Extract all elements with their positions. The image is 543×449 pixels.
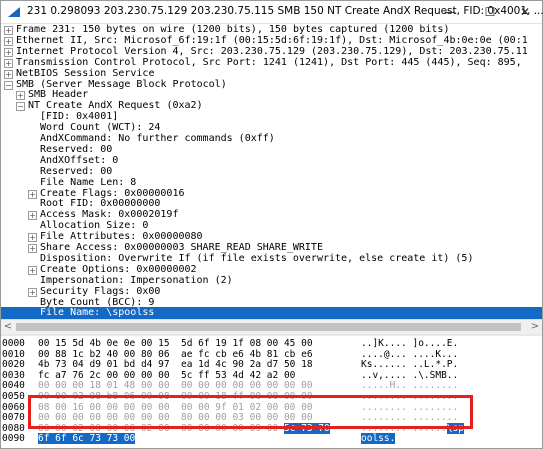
hex-bytes-text: 00 00 02 08 b8 06 00 08 00 00 18 ff 00 0… (38, 391, 313, 402)
expand-icon[interactable]: + (28, 244, 37, 253)
hex-ascii: ....@... ....K... (361, 349, 458, 360)
hex-ascii-text: ..v,.... .\.SMB.. (361, 369, 459, 381)
hex-bytes: 00 88 1c b2 40 00 80 06 ae fc cb e6 4b 8… (38, 349, 313, 360)
hex-ascii: ........ ........ (361, 412, 458, 423)
collapse-icon[interactable]: − (4, 80, 13, 90)
pane-divider[interactable] (1, 334, 542, 336)
maximize-button[interactable]: ☐ (475, 2, 505, 22)
hex-bytes-text: fc a7 76 2c 00 00 00 00 5c ff 53 4d 42 a… (38, 369, 296, 381)
hex-bytes: 00 00 00 00 00 00 00 00 80 00 00 03 00 0… (38, 412, 313, 423)
hex-row[interactable]: 0040 00 00 00 18 01 48 00 00 00 00 00 00 … (1, 380, 542, 391)
expand-icon[interactable]: + (4, 58, 13, 68)
hex-ascii: ........ ........ (361, 402, 458, 413)
hex-ascii-text: Ks...... ..L.*.P. (361, 359, 459, 371)
hex-ascii-text: .....H.. ........ (361, 380, 459, 392)
packet-bytes-pane[interactable]: 0000 00 15 5d 4b 0e 0e 00 15 5d 6f 19 1f … (1, 337, 542, 448)
title-bar[interactable]: 231 0.298093 203.230.75.129 203.230.75.1… (1, 1, 543, 24)
hex-bytes-text: 00 00 00 18 01 48 00 00 00 00 00 00 00 0… (38, 380, 313, 392)
hex-ascii: ........ ........ (361, 391, 458, 402)
scroll-right-icon[interactable]: > (528, 320, 542, 334)
collapse-icon[interactable]: − (16, 102, 25, 112)
expand-icon[interactable]: + (4, 69, 13, 79)
hex-row[interactable]: 0090 6f 6f 6c 73 73 00 oolss. (1, 433, 542, 445)
hex-offset: 0000 (2, 338, 25, 349)
hex-bytes-highlight: 5c 73 70 (283, 422, 330, 434)
hex-row[interactable]: 0010 00 88 1c b2 40 00 80 06 ae fc cb e6 … (1, 349, 542, 360)
hex-ascii-text: ........ ...... (361, 422, 447, 434)
hex-bytes-text: 4b 73 04 d9 01 bd d4 97 ea 1d 4c 90 2a d… (38, 359, 313, 371)
hex-bytes: 08 00 16 00 00 00 00 00 00 00 9f 01 02 0… (38, 402, 313, 413)
horizontal-scrollbar[interactable]: < > (1, 319, 542, 334)
expand-icon[interactable]: + (28, 211, 37, 221)
tree-row-label: File Name: \spoolss (40, 307, 155, 319)
hex-bytes-text: 00 88 1c b2 40 00 80 06 ae fc cb e6 4b 8… (38, 348, 313, 360)
expand-icon[interactable]: + (28, 189, 37, 199)
hex-ascii-highlight: oolss. (361, 433, 396, 445)
hex-bytes-highlight: 6f 6f 6c 73 73 00 (38, 433, 136, 445)
hex-ascii: ........ ......\sp (361, 422, 464, 434)
scrollbar-thumb[interactable] (16, 323, 521, 331)
expand-icon[interactable]: + (4, 47, 13, 57)
expand-icon[interactable]: + (28, 265, 37, 275)
hex-ascii-text: ........ ........ (361, 391, 459, 402)
packet-details-tree[interactable]: + Frame 231: 150 bytes on wire (1200 bits… (1, 24, 542, 319)
hex-row[interactable]: 0070 00 00 00 00 00 00 00 00 80 00 00 03 … (1, 412, 542, 423)
wireshark-fin-icon (8, 7, 20, 17)
hex-bytes: 00 15 5d 4b 0e 0e 00 15 5d 6f 19 1f 08 0… (38, 338, 313, 349)
hex-ascii-text: ........ ........ (361, 412, 459, 424)
hex-bytes: 00 00 00 18 01 48 00 00 00 00 00 00 00 0… (38, 380, 313, 391)
wireshark-packet-window: 231 0.298093 203.230.75.129 203.230.75.1… (0, 0, 543, 449)
hex-ascii-text: ..]K.... ]o....E. (361, 338, 459, 349)
hex-bytes: 00 00 02 00 00 00 02 00 00 00 00 00 09 0… (38, 422, 330, 434)
expand-icon[interactable]: + (4, 36, 13, 46)
hex-row[interactable]: 0080 00 00 02 00 00 00 02 00 00 00 00 00 … (1, 422, 542, 434)
close-button[interactable]: ✕ (510, 2, 540, 22)
hex-offset: 0090 (2, 433, 25, 445)
hex-row[interactable]: 0060 08 00 16 00 00 00 00 00 00 00 9f 01 … (1, 402, 542, 413)
hex-ascii-text: ........ ........ (361, 401, 459, 413)
expand-icon[interactable]: + (28, 287, 37, 297)
hex-ascii-highlight: \sp (446, 422, 464, 434)
hex-ascii: ..]K.... ]o....E. (361, 338, 458, 349)
hex-offset: 0010 (2, 348, 25, 360)
hex-offset: 0040 (2, 380, 25, 392)
hex-bytes-text: 00 15 5d 4b 0e 0e 00 15 5d 6f 19 1f 08 0… (38, 338, 313, 349)
hex-row[interactable]: 0000 00 15 5d 4b 0e 0e 00 15 5d 6f 19 1f … (1, 338, 542, 349)
tree-row[interactable]: File Name: \spoolss (1, 307, 542, 319)
hex-offset: 0070 (2, 412, 25, 424)
hex-ascii: oolss. (361, 433, 396, 445)
hex-bytes: 4b 73 04 d9 01 bd d4 97 ea 1d 4c 90 2a d… (38, 359, 313, 370)
hex-row[interactable]: 0030 fc a7 76 2c 00 00 00 00 5c ff 53 4d … (1, 370, 542, 381)
hex-bytes-text: 08 00 16 00 00 00 00 00 00 00 9f 01 02 0… (38, 401, 313, 413)
minimize-button[interactable]: — (435, 2, 465, 22)
hex-ascii: ..v,.... .\.SMB.. (361, 370, 458, 381)
hex-ascii-text: ....@... ....K... (361, 348, 459, 360)
hex-offset: 0050 (2, 391, 25, 402)
hex-bytes: 00 00 02 08 b8 06 00 08 00 00 18 ff 00 0… (38, 391, 313, 402)
hex-offset: 0020 (2, 359, 25, 371)
hex-row[interactable]: 0050 00 00 02 08 b8 06 00 08 00 00 18 ff … (1, 391, 542, 402)
window-title: 231 0.298093 203.230.75.129 203.230.75.1… (27, 5, 543, 17)
hex-bytes-text: 00 00 02 00 00 00 02 00 00 00 00 00 09 0… (38, 422, 284, 434)
expand-icon[interactable]: + (4, 26, 13, 35)
hex-offset: 0030 (2, 369, 25, 381)
hex-bytes-text: 00 00 00 00 00 00 00 00 80 00 00 03 00 0… (38, 412, 313, 424)
expand-icon[interactable]: + (28, 233, 37, 243)
hex-bytes: fc a7 76 2c 00 00 00 00 5c ff 53 4d 42 a… (38, 370, 295, 381)
hex-ascii: .....H.. ........ (361, 380, 458, 391)
hex-row[interactable]: 0020 4b 73 04 d9 01 bd d4 97 ea 1d 4c 90 … (1, 359, 542, 370)
hex-ascii: Ks...... ..L.*.P. (361, 359, 458, 370)
hex-offset: 0060 (2, 401, 25, 413)
hex-offset: 0080 (2, 422, 25, 434)
hex-bytes: 6f 6f 6c 73 73 00 (38, 433, 136, 445)
scroll-left-icon[interactable]: < (1, 320, 15, 334)
expand-icon[interactable]: + (16, 91, 25, 101)
